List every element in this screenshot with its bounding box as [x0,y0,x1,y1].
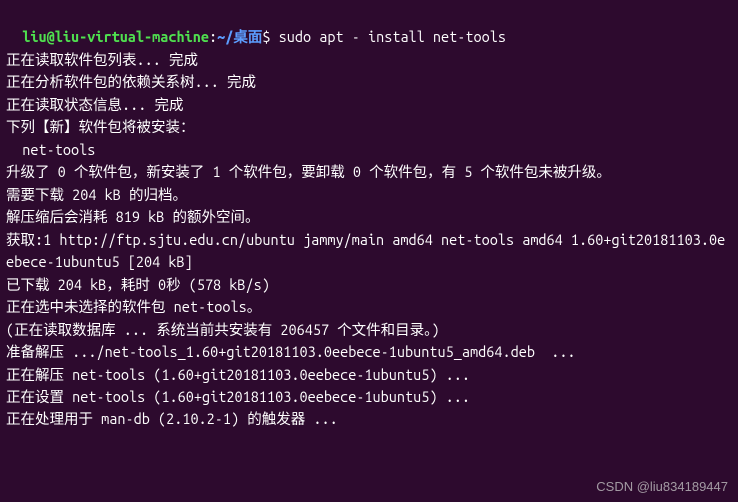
output-line: 准备解压 .../net-tools_1.60+git20181103.0eeb… [6,341,732,363]
output-line: 下列【新】软件包将被安装： [6,116,732,138]
prompt-path-tilde: ~/ [217,28,233,45]
watermark-text: CSDN @liu834189447 [596,477,728,497]
command-text: sudo apt - install net-tools [279,28,506,45]
terminal-prompt-line[interactable]: liu@liu-virtual-machine:~/桌面$ sudo apt -… [6,4,732,49]
output-line: 获取:1 http://ftp.sjtu.edu.cn/ubuntu jammy… [6,229,732,274]
output-line: 正在处理用于 man-db (2.10.2-1) 的触发器 ... [6,408,732,430]
prompt-dollar: $ [262,28,278,45]
prompt-path-dir: 桌面 [233,28,262,45]
output-line: 正在解压 net-tools (1.60+git20181103.0eebece… [6,364,732,386]
output-line: 正在分析软件包的依赖关系树... 完成 [6,71,732,93]
output-line: 正在读取软件包列表... 完成 [6,49,732,71]
prompt-user-host: liu@liu-virtual-machine [22,28,209,45]
output-line: 解压缩后会消耗 819 kB 的额外空间。 [6,206,732,228]
output-line: (正在读取数据库 ... 系统当前共安装有 206457 个文件和目录。) [6,319,732,341]
output-line: net-tools [6,139,732,161]
output-line: 正在读取状态信息... 完成 [6,94,732,116]
output-line: 正在选中未选择的软件包 net-tools。 [6,296,732,318]
output-line: 升级了 0 个软件包，新安装了 1 个软件包，要卸载 0 个软件包，有 5 个软… [6,161,732,183]
output-line: 正在设置 net-tools (1.60+git20181103.0eebece… [6,386,732,408]
prompt-colon: : [209,28,217,45]
output-line: 已下载 204 kB，耗时 0秒 (578 kB/s) [6,274,732,296]
output-line: 需要下载 204 kB 的归档。 [6,184,732,206]
